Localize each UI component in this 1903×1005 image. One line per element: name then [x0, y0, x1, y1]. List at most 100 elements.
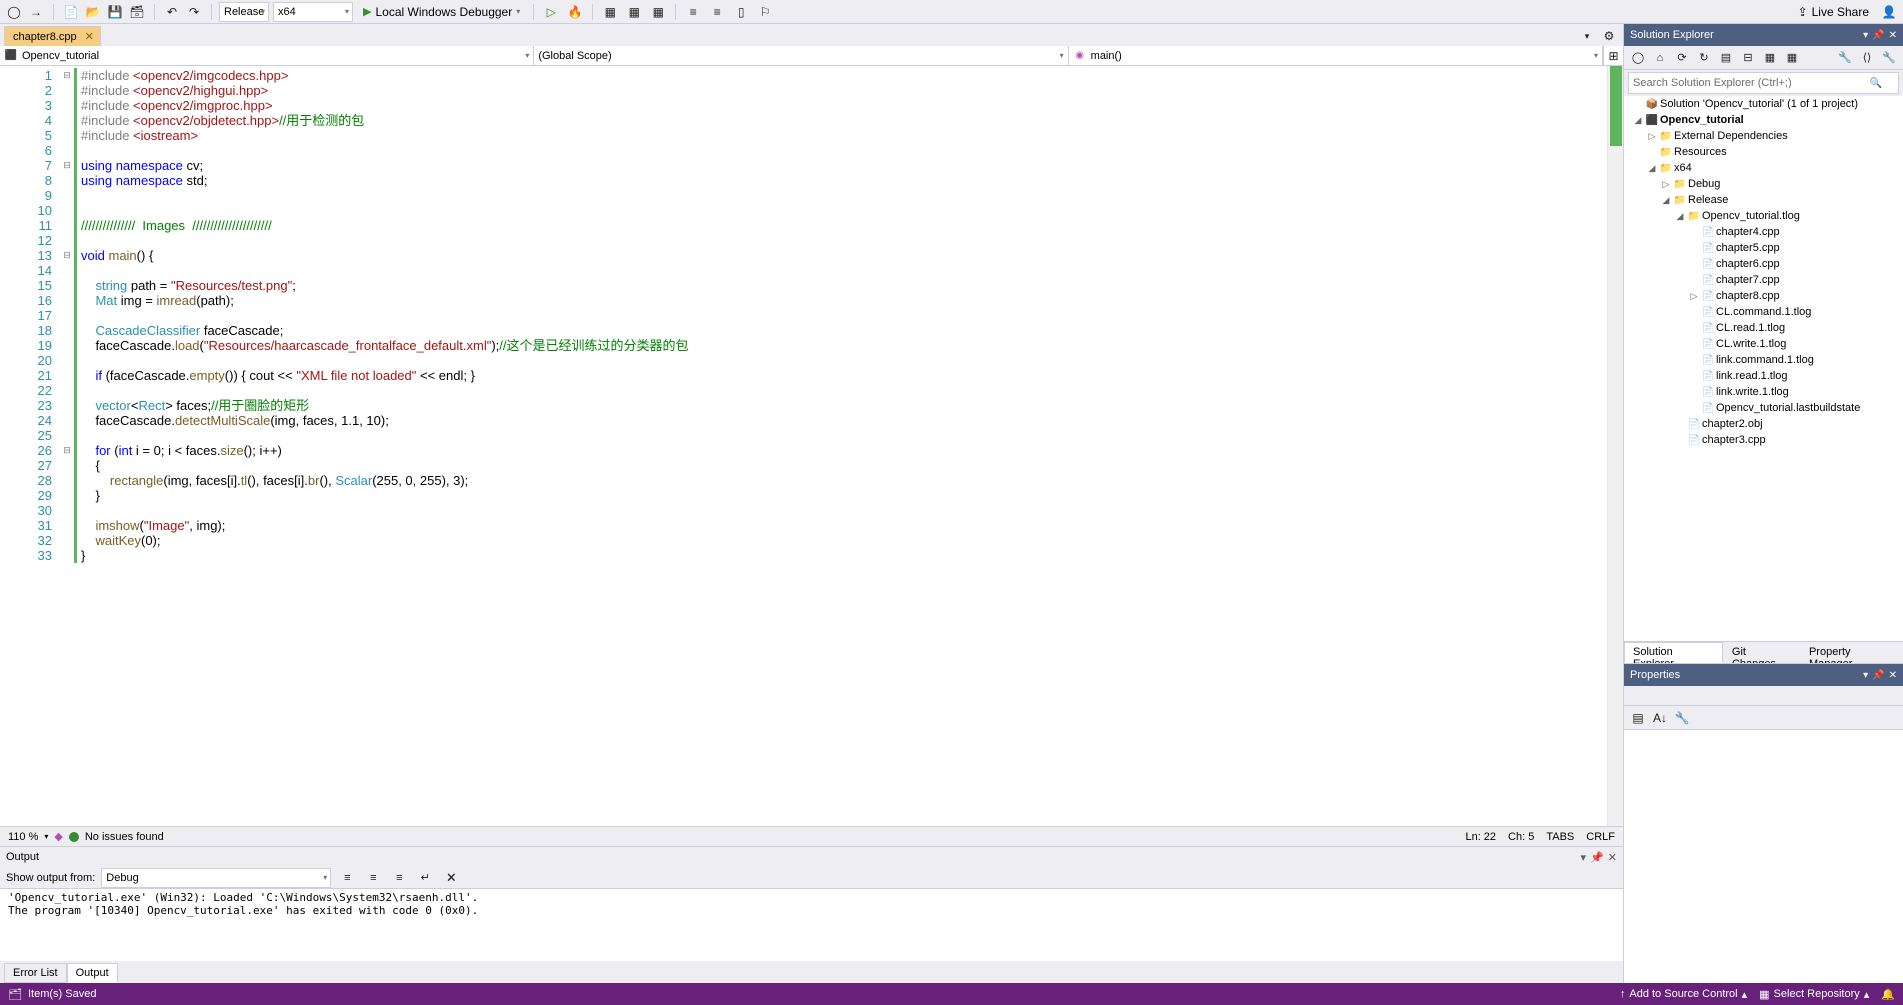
- solution-search-input[interactable]: Search Solution Explorer (Ctrl+;): [1628, 72, 1899, 94]
- tool-icon[interactable]: ≡: [363, 868, 383, 888]
- dropdown-icon[interactable]: ▾: [1577, 26, 1597, 46]
- nav-back-icon[interactable]: ◯: [4, 2, 24, 22]
- code-line[interactable]: [74, 233, 1607, 248]
- back-icon[interactable]: ◯: [1628, 48, 1648, 68]
- code-line[interactable]: }: [74, 488, 1607, 503]
- code-line[interactable]: [74, 383, 1607, 398]
- zoom-value[interactable]: 110 %: [8, 831, 38, 843]
- code-line[interactable]: [74, 188, 1607, 203]
- undo-icon[interactable]: ↶: [162, 2, 182, 22]
- expand-icon[interactable]: ◢: [1660, 195, 1672, 206]
- live-share-button[interactable]: ⇪ Live Share: [1792, 5, 1875, 19]
- code-line[interactable]: [74, 503, 1607, 518]
- hot-reload-icon[interactable]: 🔥: [565, 2, 585, 22]
- nav-fwd-icon[interactable]: →: [26, 2, 46, 22]
- tree-item[interactable]: 📄link.command.1.tlog: [1624, 352, 1903, 368]
- function-combo[interactable]: ◉ main(): [1069, 46, 1603, 65]
- tool-icon[interactable]: ≡: [389, 868, 409, 888]
- health-icon[interactable]: ◆: [54, 830, 62, 843]
- code-line[interactable]: #include <iostream>: [74, 128, 1607, 143]
- tree-item[interactable]: ▷📄chapter8.cpp: [1624, 288, 1903, 304]
- close-tab-icon[interactable]: ✕: [83, 30, 96, 43]
- wrap-icon[interactable]: ↵: [415, 868, 435, 888]
- dropdown-icon[interactable]: ▾: [1581, 851, 1587, 864]
- config-combo[interactable]: Release: [219, 2, 269, 22]
- pin-icon[interactable]: 📌: [1872, 30, 1884, 41]
- code-line[interactable]: using namespace cv;: [74, 158, 1607, 173]
- code-line[interactable]: waitKey(0);: [74, 533, 1607, 548]
- code-line[interactable]: [74, 353, 1607, 368]
- tree-item[interactable]: ◢📁Opencv_tutorial.tlog: [1624, 208, 1903, 224]
- expand-icon[interactable]: ◢: [1674, 211, 1686, 222]
- save-icon[interactable]: 💾: [105, 2, 125, 22]
- code-line[interactable]: [74, 428, 1607, 443]
- code-line[interactable]: #include <opencv2/objdetect.hpp>//用于检测的包: [74, 113, 1607, 128]
- tool-icon[interactable]: ▦: [648, 2, 668, 22]
- refresh-icon[interactable]: ↻: [1694, 48, 1714, 68]
- preview-icon[interactable]: ▦: [1782, 48, 1802, 68]
- expand-icon[interactable]: ▷: [1646, 131, 1658, 142]
- code-editor[interactable]: 1234567891011121314151617181920212223242…: [0, 66, 1623, 826]
- output-source-combo[interactable]: Debug: [101, 868, 331, 888]
- platform-combo[interactable]: x64: [273, 2, 353, 22]
- code-line[interactable]: string path = "Resources/test.png";: [74, 278, 1607, 293]
- pin-icon[interactable]: 📌: [1872, 670, 1884, 681]
- expand-icon[interactable]: ◢: [1646, 163, 1658, 174]
- dropdown-icon[interactable]: ▾: [1863, 30, 1868, 41]
- code-line[interactable]: [74, 143, 1607, 158]
- code-line[interactable]: #include <opencv2/highgui.hpp>: [74, 83, 1607, 98]
- indent-icon[interactable]: ≡: [683, 2, 703, 22]
- fold-toggle[interactable]: ⊟: [60, 443, 74, 458]
- fold-toggle[interactable]: ⊟: [60, 248, 74, 263]
- wrench-icon[interactable]: 🔧: [1879, 48, 1899, 68]
- code-line[interactable]: [74, 308, 1607, 323]
- code-icon[interactable]: ⟨⟩: [1857, 48, 1877, 68]
- new-item-icon[interactable]: 📄: [61, 2, 81, 22]
- collapse-icon[interactable]: ⊟: [1738, 48, 1758, 68]
- code-line[interactable]: #include <opencv2/imgcodecs.hpp>: [74, 68, 1607, 83]
- expand-icon[interactable]: ◢: [1632, 115, 1644, 126]
- output-body[interactable]: 'Opencv_tutorial.exe' (Win32): Loaded 'C…: [0, 889, 1623, 961]
- tree-item[interactable]: 📄Opencv_tutorial.lastbuildstate: [1624, 400, 1903, 416]
- tab-solution-explorer[interactable]: Solution Explorer: [1624, 642, 1723, 663]
- code-line[interactable]: #include <opencv2/imgproc.hpp>: [74, 98, 1607, 113]
- tree-item[interactable]: ▷📁Debug: [1624, 176, 1903, 192]
- tree-item[interactable]: 📄link.write.1.tlog: [1624, 384, 1903, 400]
- code-line[interactable]: Mat img = imread(path);: [74, 293, 1607, 308]
- comment-icon[interactable]: ▯: [731, 2, 751, 22]
- code-line[interactable]: faceCascade.load("Resources/haarcascade_…: [74, 338, 1607, 353]
- tree-item[interactable]: ◢📁Release: [1624, 192, 1903, 208]
- tool-icon[interactable]: ▦: [600, 2, 620, 22]
- tool-icon[interactable]: ▦: [624, 2, 644, 22]
- open-file-icon[interactable]: 📂: [83, 2, 103, 22]
- close-icon[interactable]: ✕: [1608, 851, 1617, 864]
- run-without-debug-icon[interactable]: ▷: [541, 2, 561, 22]
- file-tab-active[interactable]: chapter8.cpp ✕: [4, 26, 101, 46]
- code-line[interactable]: using namespace std;: [74, 173, 1607, 188]
- redo-icon[interactable]: ↷: [184, 2, 204, 22]
- filter-icon[interactable]: ▤: [1716, 48, 1736, 68]
- start-debug-button[interactable]: ▶ Local Windows Debugger ▾: [357, 2, 526, 22]
- categorized-icon[interactable]: ▤: [1628, 708, 1648, 728]
- tree-item[interactable]: 📄CL.read.1.tlog: [1624, 320, 1903, 336]
- code-line[interactable]: rectangle(img, faces[i].tl(), faces[i].b…: [74, 473, 1607, 488]
- code-line[interactable]: {: [74, 458, 1607, 473]
- expand-icon[interactable]: ▷: [1688, 291, 1700, 302]
- save-all-icon[interactable]: 🗃: [127, 2, 147, 22]
- tree-item[interactable]: 📄chapter5.cpp: [1624, 240, 1903, 256]
- tab-error-list[interactable]: Error List: [4, 963, 67, 983]
- sync-icon[interactable]: ⟳: [1672, 48, 1692, 68]
- tree-item[interactable]: 📄chapter7.cpp: [1624, 272, 1903, 288]
- tree-item[interactable]: 📦Solution 'Opencv_tutorial' (1 of 1 proj…: [1624, 96, 1903, 112]
- code-line[interactable]: [74, 263, 1607, 278]
- tab-output[interactable]: Output: [67, 963, 118, 983]
- code-line[interactable]: if (faceCascade.empty()) { cout << "XML …: [74, 368, 1607, 383]
- wrench-icon[interactable]: 🔧: [1672, 708, 1692, 728]
- tree-item[interactable]: 📄chapter4.cpp: [1624, 224, 1903, 240]
- select-repo-button[interactable]: ▦ Select Repository ▴: [1759, 988, 1869, 1001]
- code-line[interactable]: CascadeClassifier faceCascade;: [74, 323, 1607, 338]
- pin-icon[interactable]: 📌: [1590, 851, 1604, 864]
- code-line[interactable]: [74, 203, 1607, 218]
- code-line[interactable]: vector<Rect> faces;//用于圈脸的矩形: [74, 398, 1607, 413]
- zoom-chevron-icon[interactable]: ▾: [44, 832, 48, 841]
